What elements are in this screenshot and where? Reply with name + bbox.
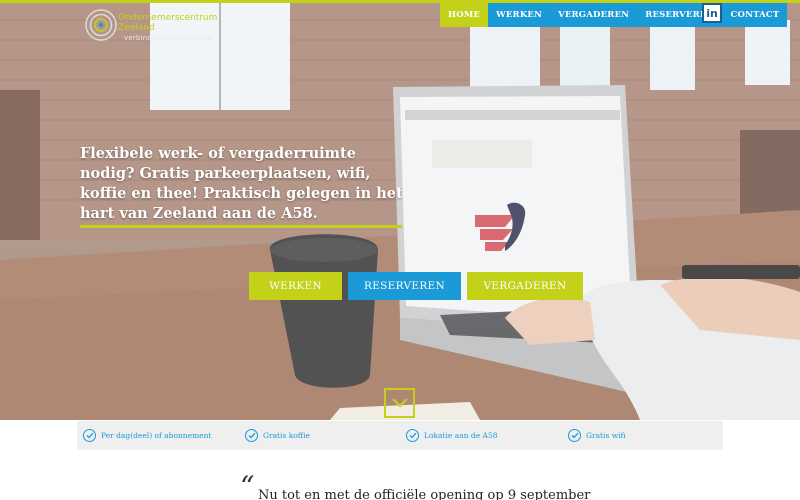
quote-mark: “	[240, 470, 255, 500]
scroll-down-button[interactable]	[384, 388, 415, 418]
feature-label: Gratis wifi	[586, 430, 626, 440]
main-nav: HOME WERKEN VERGADEREN RESERVEREN CONTAC…	[440, 3, 788, 27]
check-circle-icon	[568, 428, 581, 442]
quote-text: Nu tot en met de officiële opening op 9 …	[258, 488, 591, 500]
hero-headline: Flexibele werk- of vergaderruimte nodig?…	[80, 145, 403, 222]
check-circle-icon	[83, 428, 96, 442]
nav-item-home[interactable]: HOME	[440, 3, 489, 27]
reserveren-button[interactable]: RESERVEREN	[348, 272, 461, 300]
nav-item-vergaderen[interactable]: VERGADEREN	[550, 3, 638, 27]
feature-item: Gratis koffie	[245, 427, 310, 443]
nav-item-contact[interactable]: CONTACT	[722, 3, 788, 27]
check-circle-icon	[406, 428, 419, 442]
werken-button[interactable]: WERKEN	[249, 272, 342, 300]
feature-item: Lokatie aan de A58	[406, 427, 498, 443]
top-accent-line	[0, 0, 800, 3]
headline-underline	[80, 225, 402, 228]
feature-label: Lokatie aan de A58	[424, 430, 498, 440]
site-logo[interactable]: Ondernemerscentrum Zeeland verbinden en …	[84, 8, 244, 44]
logo-tagline: verbinden en verbinden	[124, 34, 213, 42]
nav-item-werken[interactable]: WERKEN	[488, 3, 551, 27]
linkedin-icon[interactable]: in	[702, 3, 722, 23]
logo-mark-icon	[85, 9, 117, 41]
check-circle-icon	[245, 428, 258, 442]
feature-item: Per dag(deel) of abonnement	[83, 427, 211, 443]
features-bar: Per dag(deel) of abonnement Gratis koffi…	[77, 421, 723, 450]
chevron-down-icon	[391, 398, 408, 408]
logo-name: Ondernemerscentrum Zeeland	[118, 13, 218, 33]
linkedin-label: in	[706, 6, 718, 20]
feature-label: Gratis koffie	[263, 430, 310, 440]
feature-label: Per dag(deel) of abonnement	[101, 430, 212, 440]
vergaderen-button[interactable]: VERGADEREN	[467, 272, 583, 300]
feature-item: Gratis wifi	[568, 427, 626, 443]
